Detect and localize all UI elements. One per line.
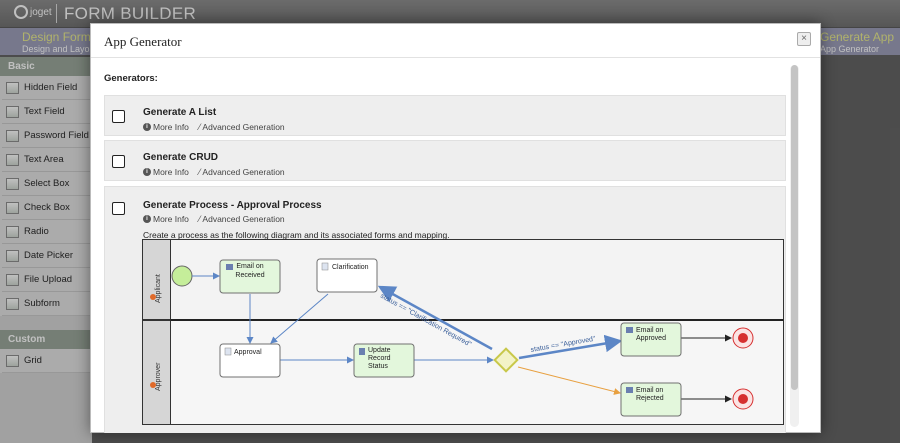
dialog-scrollbar[interactable] <box>790 65 799 427</box>
advanced-generation-link[interactable]: ⁄ Advanced Generation <box>199 167 285 177</box>
generator-title: Generate Process - Approval Process <box>143 200 322 211</box>
advanced-generation-link[interactable]: ⁄ Advanced Generation <box>199 214 285 224</box>
task-email-rejected-line2: Rejected <box>636 395 664 402</box>
task-update-record-icon <box>359 348 365 355</box>
more-info-link[interactable]: i More Info <box>143 167 189 177</box>
end-event-rejected-core <box>738 394 748 404</box>
advanced-generation-label: Advanced Generation <box>202 214 285 224</box>
task-email-rejected-line1: Email on <box>636 387 663 394</box>
task-email-approved-icon <box>626 327 633 333</box>
scrollbar-thumb[interactable] <box>791 65 798 390</box>
info-icon: i <box>143 215 151 223</box>
generator-links: i More Info ⁄ Advanced Generation <box>143 214 285 224</box>
dialog-header: App Generator × <box>91 24 820 58</box>
task-update-record-line1: Update <box>368 347 391 354</box>
task-clarification-label: Clarification <box>332 264 369 271</box>
generator-checkbox-crud[interactable] <box>112 155 125 168</box>
task-email-approved-line1: Email on <box>636 327 663 334</box>
info-icon: i <box>143 168 151 176</box>
advanced-generation-link[interactable]: ⁄ Advanced Generation <box>199 122 285 132</box>
close-button[interactable]: × <box>797 32 811 46</box>
participant-icon <box>150 294 156 300</box>
wand-icon: ⁄ <box>198 214 201 224</box>
task-email-received-icon <box>226 264 233 270</box>
more-info-label: More Info <box>153 122 189 132</box>
generator-title: Generate A List <box>143 107 217 118</box>
more-info-link[interactable]: i More Info <box>143 214 189 224</box>
more-info-label: More Info <box>153 214 189 224</box>
task-email-approved-line2: Approved <box>636 335 666 342</box>
dialog-title: App Generator <box>104 34 182 49</box>
task-email-received-line1: Email on <box>236 263 263 270</box>
task-approval-label: Approval <box>234 349 262 356</box>
advanced-generation-label: Advanced Generation <box>202 167 285 177</box>
lane-label-approver: Approver <box>155 362 162 391</box>
more-info-label: More Info <box>153 167 189 177</box>
wand-icon: ⁄ <box>198 122 201 132</box>
task-update-record-line2: Record <box>368 355 391 362</box>
lane-label-applicant: Applicant <box>155 274 162 303</box>
end-event-approved-core <box>738 333 748 343</box>
more-info-link[interactable]: i More Info <box>143 122 189 132</box>
start-event <box>171 265 193 287</box>
wand-icon: ⁄ <box>198 167 201 177</box>
task-email-rejected-icon <box>626 387 633 393</box>
advanced-generation-label: Advanced Generation <box>202 122 285 132</box>
generator-title: Generate CRUD <box>143 152 219 163</box>
generator-checkbox-process[interactable] <box>112 202 125 215</box>
generator-card-crud: Generate CRUD i More Info ⁄ Advanced Gener… <box>104 140 786 181</box>
task-clarification-icon <box>321 262 329 271</box>
task-approval-icon <box>224 347 232 356</box>
participant-icon <box>150 382 156 388</box>
info-icon: i <box>143 123 151 131</box>
generator-card-list: Generate A List i More Info ⁄ Advanced Gen… <box>104 95 786 136</box>
generator-links: i More Info ⁄ Advanced Generation <box>143 167 285 177</box>
app-generator-dialog: App Generator × Generators: Generate A L… <box>90 23 821 433</box>
dialog-body: Generators: Generate A List i More Info ⁄… <box>91 59 820 433</box>
task-update-record-line3: Status <box>368 363 388 370</box>
task-email-received-line2: Received <box>235 272 264 279</box>
generator-card-process: Generate Process - Approval Process i Mor… <box>104 186 786 433</box>
process-diagram: Applicant Approver Email on Received Cla… <box>142 239 784 425</box>
generators-label: Generators: <box>104 73 158 84</box>
generator-checkbox-list[interactable] <box>112 110 125 123</box>
process-diagram-svg: Applicant Approver Email on Received Cla… <box>142 239 784 425</box>
generator-links: i More Info ⁄ Advanced Generation <box>143 122 285 132</box>
